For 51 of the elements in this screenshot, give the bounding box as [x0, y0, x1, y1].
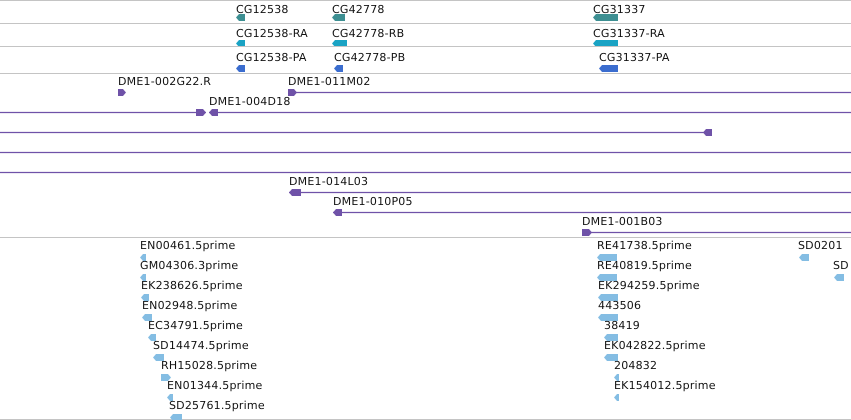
alignment-line-drawing[interactable] — [209, 109, 851, 116]
feature-label: GM04306.3prime — [140, 259, 238, 272]
feature-label: CG42778 — [332, 3, 385, 16]
feature-label: SD14474.5prime — [153, 339, 249, 352]
feature-label: SD25761.5prime — [169, 399, 265, 412]
feature-label: CG31337-RA — [593, 27, 665, 40]
alignment-line-drawing[interactable] — [0, 109, 206, 116]
feature-arrow-icon[interactable] — [236, 65, 245, 72]
feature-label: CG31337 — [593, 3, 646, 16]
alignment-line-drawing[interactable] — [582, 229, 851, 236]
feature-label: RE41738.5prime — [597, 239, 692, 252]
feature-arrow-icon[interactable] — [236, 40, 245, 47]
feature-label: DME1-011M02 — [288, 75, 371, 88]
feature-label: EK294259.5prime — [598, 279, 700, 292]
feature-label: SD — [833, 259, 849, 272]
feature-label: RE40819.5prime — [597, 259, 692, 272]
feature-label: SD0201 — [798, 239, 843, 252]
alignment-line-drawing[interactable] — [0, 129, 712, 136]
feature-label: EN02948.5prime — [142, 299, 238, 312]
feature-label: DME1-014L03 — [289, 175, 368, 188]
alignment-line-drawing[interactable] — [288, 89, 851, 96]
feature-label: RH15028.5prime — [161, 359, 258, 372]
feature-arrow-icon[interactable] — [332, 14, 345, 21]
feature-label: DME1-004D18 — [209, 95, 291, 108]
feature-arrow-icon[interactable] — [334, 65, 343, 72]
feature-label: EK042822.5prime — [604, 339, 706, 352]
feature-label: EK238626.5prime — [141, 279, 243, 292]
feature-label: CG12538-RA — [236, 27, 308, 40]
feature-label: DME1-001B03 — [582, 215, 663, 228]
feature-label: CG12538 — [236, 3, 289, 16]
feature-arrow-icon[interactable] — [593, 14, 618, 21]
feature-label: CG12538-PA — [236, 51, 307, 64]
feature-label: EK154012.5prime — [614, 379, 716, 392]
feature-label: EN00461.5prime — [140, 239, 236, 252]
alignment-line-drawing[interactable] — [0, 169, 851, 176]
feature-arrow-icon[interactable] — [118, 89, 126, 96]
feature-label: CG42778-PB — [334, 51, 406, 64]
feature-arrow-icon[interactable] — [236, 14, 245, 21]
feature-label: 443506 — [598, 299, 642, 312]
feature-label: 38419 — [604, 319, 640, 332]
alignment-line-drawing[interactable] — [0, 149, 851, 156]
feature-arrow-icon[interactable] — [599, 65, 618, 72]
feature-label: CG42778-RB — [332, 27, 404, 40]
feature-label: EC34791.5prime — [148, 319, 243, 332]
alignment-line-drawing[interactable] — [289, 189, 851, 196]
feature-label: EN01344.5prime — [167, 379, 263, 392]
feature-label: 204832 — [614, 359, 658, 372]
feature-label: CG31337-PA — [599, 51, 670, 64]
feature-label: DME1-002G22.R — [118, 75, 212, 88]
alignment-line-drawing[interactable] — [333, 209, 851, 216]
feature-label: DME1-010P05 — [333, 195, 413, 208]
